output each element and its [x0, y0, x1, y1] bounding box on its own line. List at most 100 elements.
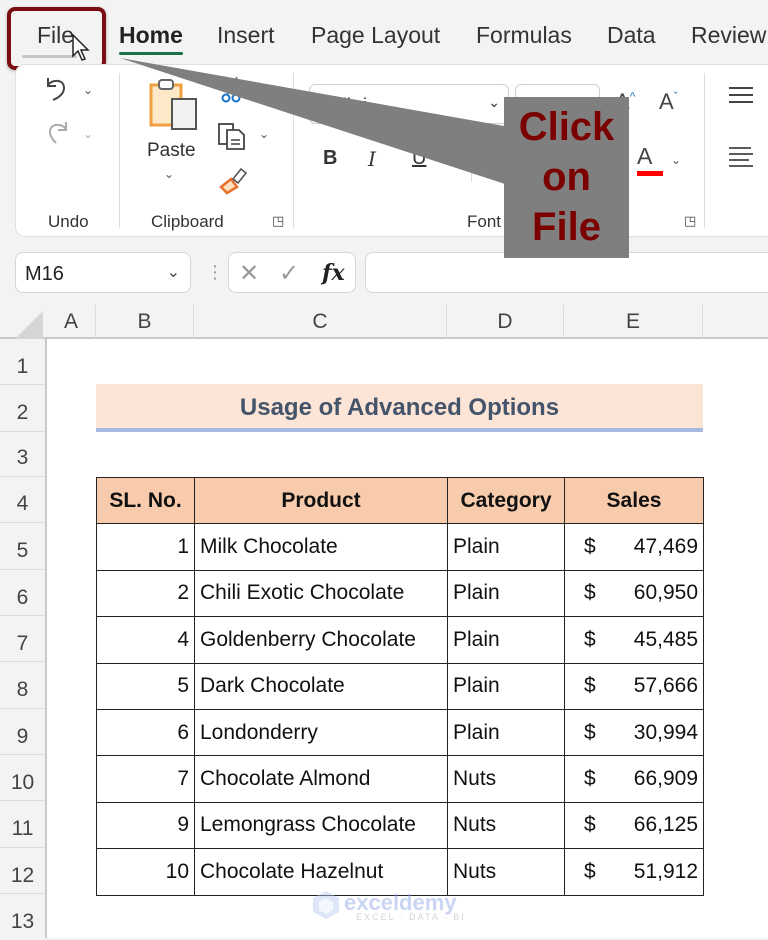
undo-button[interactable] [42, 73, 72, 109]
cut-button[interactable] [220, 75, 242, 109]
tab-page-layout[interactable]: Page Layout [311, 22, 440, 49]
align-top-button[interactable] [727, 85, 755, 113]
cell-sales[interactable]: $66,125 [564, 801, 704, 850]
sales-amount: 45,485 [633, 627, 698, 651]
copy-dropdown-chevron-icon[interactable]: ⌄ [259, 127, 269, 141]
row-header-5[interactable]: 5 [0, 523, 45, 570]
cell-category[interactable]: Nuts [447, 848, 565, 896]
row-header-6[interactable]: 6 [0, 570, 45, 616]
tab-formulas[interactable]: Formulas [476, 22, 572, 49]
cell-category[interactable]: Plain [447, 662, 565, 710]
redo-dropdown-chevron-icon[interactable]: ⌄ [83, 127, 93, 141]
table-row: 9 Lemongrass Chocolate Nuts $66,125 [96, 801, 704, 850]
cell-sl-no[interactable]: 2 [96, 569, 195, 618]
cell-sl-no[interactable]: 6 [96, 708, 195, 757]
cell-category[interactable]: Plain [447, 569, 565, 618]
cell-sales[interactable]: $57,666 [564, 662, 704, 710]
cell-category[interactable]: Nuts [447, 801, 565, 850]
row-header-11[interactable]: 11 [0, 801, 45, 848]
redo-button[interactable] [42, 117, 72, 153]
table-row: 7 Chocolate Almond Nuts $66,909 [96, 755, 704, 803]
cell-product[interactable]: Milk Chocolate [194, 523, 448, 571]
row-header-8[interactable]: 8 [0, 662, 45, 709]
select-all-corner[interactable] [15, 311, 43, 339]
tab-insert[interactable]: Insert [217, 22, 275, 49]
row-header-3[interactable]: 3 [0, 432, 45, 477]
column-header-d[interactable]: D [447, 305, 564, 339]
cell-product[interactable]: Goldenberry Chocolate [194, 616, 448, 664]
cell-sales[interactable]: $30,994 [564, 708, 704, 757]
copy-button[interactable] [217, 121, 247, 157]
underline-button[interactable]: U [412, 147, 426, 170]
cell-product[interactable]: Chocolate Almond [194, 755, 448, 803]
name-box[interactable]: M16 ⌄ [15, 252, 191, 293]
tab-home[interactable]: Home [119, 22, 183, 55]
formula-input[interactable] [365, 252, 768, 293]
name-box-chevron-icon[interactable]: ⌄ [167, 262, 180, 282]
font-name-combo[interactable]: Calibri ⌄ [309, 84, 509, 124]
tab-review[interactable]: Review [691, 22, 766, 49]
font-dialog-launcher-icon[interactable]: ◳ [684, 213, 696, 229]
row-header-7[interactable]: 7 [0, 616, 45, 662]
cell-product[interactable]: Chocolate Hazelnut [194, 848, 448, 896]
cell-sl-no[interactable]: 1 [96, 523, 195, 571]
cell-category[interactable]: Plain [447, 523, 565, 571]
paste-button[interactable] [149, 77, 199, 138]
row-header-4[interactable]: 4 [0, 477, 45, 523]
cell-sales[interactable]: $51,912 [564, 848, 704, 896]
shrink-font-button[interactable]: Aˇ [659, 89, 678, 115]
column-headers: A B C D E [0, 305, 768, 339]
cell-category[interactable]: Nuts [447, 755, 565, 803]
undo-icon [47, 78, 66, 101]
undo-dropdown-chevron-icon[interactable]: ⌄ [83, 83, 93, 97]
row-header-2[interactable]: 2 [0, 385, 45, 432]
font-color-button[interactable]: A [637, 143, 663, 176]
column-header-e[interactable]: E [564, 305, 703, 339]
header-sales[interactable]: Sales [564, 476, 704, 525]
column-header-b[interactable]: B [96, 305, 194, 339]
sheet-title[interactable]: Usage of Advanced Options [96, 384, 703, 432]
column-header-a[interactable]: A [47, 305, 96, 339]
cell-sl-no[interactable]: 5 [96, 662, 195, 710]
cell-sales[interactable]: $60,950 [564, 569, 704, 618]
enter-icon[interactable]: ✓ [279, 259, 299, 288]
cell-sales[interactable]: $45,485 [564, 616, 704, 664]
cell-sl-no[interactable]: 4 [96, 616, 195, 664]
cell-category[interactable]: Plain [447, 708, 565, 757]
clipboard-dialog-launcher-icon[interactable]: ◳ [272, 213, 284, 229]
paste-dropdown-chevron-icon[interactable]: ⌄ [164, 167, 174, 181]
cell-product[interactable]: Chili Exotic Chocolate [194, 569, 448, 618]
row-header-9[interactable]: 9 [0, 709, 45, 755]
font-color-icon: A [637, 143, 653, 169]
formula-bar-grip-icon[interactable]: ⋮ [206, 262, 224, 283]
header-product[interactable]: Product [194, 476, 448, 525]
cell-product[interactable]: Dark Chocolate [194, 662, 448, 710]
sales-table: SL. No. Product Category Sales 1 Milk Cho… [96, 476, 704, 896]
header-sl-no[interactable]: SL. No. [96, 476, 195, 525]
row-header-1[interactable]: 1 [0, 339, 45, 385]
cell-product[interactable]: Londonderry [194, 708, 448, 757]
header-category[interactable]: Category [447, 476, 565, 525]
font-color-dropdown-chevron-icon[interactable]: ⌄ [671, 153, 681, 167]
group-separator [293, 73, 294, 228]
column-header-c[interactable]: C [194, 305, 447, 339]
bold-button[interactable]: B [323, 147, 337, 170]
tab-data[interactable]: Data [607, 22, 656, 49]
italic-button[interactable]: I [368, 147, 376, 171]
row-header-13[interactable]: 13 [0, 894, 45, 940]
cell-sales[interactable]: $66,909 [564, 755, 704, 803]
cell-sales[interactable]: $47,469 [564, 523, 704, 571]
cell-product[interactable]: Lemongrass Chocolate [194, 801, 448, 850]
row-header-12[interactable]: 12 [0, 848, 45, 894]
cancel-icon[interactable]: ✕ [239, 259, 259, 288]
cell-sl-no[interactable]: 9 [96, 801, 195, 850]
insert-function-icon[interactable]: fx [322, 260, 345, 286]
paste-label[interactable]: Paste [147, 140, 196, 162]
format-painter-button[interactable] [219, 165, 249, 201]
cell-sl-no[interactable]: 10 [96, 848, 195, 896]
cell-category[interactable]: Plain [447, 616, 565, 664]
cell-sl-no[interactable]: 7 [96, 755, 195, 803]
row-header-10[interactable]: 10 [0, 755, 45, 801]
sales-value-wrap: $66,125 [570, 813, 698, 837]
align-left-button[interactable] [727, 145, 755, 177]
